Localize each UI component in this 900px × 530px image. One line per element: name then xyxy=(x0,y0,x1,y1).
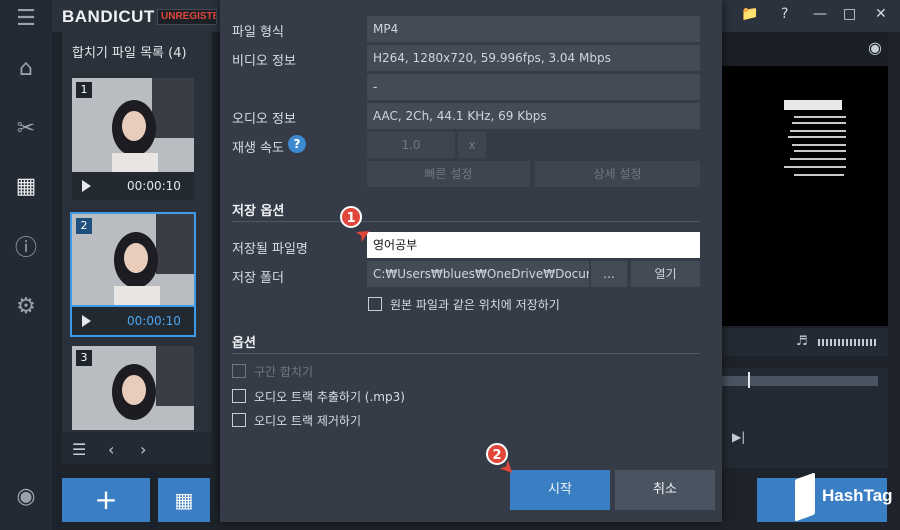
volume-icon[interactable]: ♬ xyxy=(796,334,808,349)
file-format-value: MP4 xyxy=(367,16,700,42)
audio-info-label: 오디오 정보 xyxy=(232,112,296,127)
app-logo: BANDICUT xyxy=(62,7,155,26)
same-location-label: 원본 파일과 같은 위치에 저장하기 xyxy=(390,298,560,312)
left-rail: ☰ ⌂ ✂ ▦ ⓘ ⚙ ◉ xyxy=(0,0,52,530)
start-button[interactable]: 시작 xyxy=(510,470,610,510)
item-number: 3 xyxy=(76,350,92,366)
play-icon[interactable] xyxy=(82,180,91,192)
watermark-text: HashTag xyxy=(822,486,893,505)
home-icon[interactable]: ⌂ xyxy=(12,54,40,82)
extra-info-value: - xyxy=(367,74,700,100)
timeline: ▶| xyxy=(722,368,888,468)
play-icon[interactable] xyxy=(82,315,91,327)
help-icon[interactable]: ? xyxy=(288,135,306,153)
speed-value-field: 1.0 xyxy=(367,132,455,158)
settings-icon[interactable]: ⚙ xyxy=(12,292,40,320)
folder-icon[interactable]: 📁 xyxy=(741,6,758,22)
delete-list-icon[interactable]: ☰ xyxy=(72,440,86,459)
cut-icon[interactable]: ✂ xyxy=(12,114,40,142)
filename-input[interactable]: 영어공부 xyxy=(367,232,700,258)
same-location-checkbox[interactable] xyxy=(368,297,382,311)
remove-audio-label: 오디오 트랙 제거하기 xyxy=(254,414,361,428)
help-icon[interactable]: ? xyxy=(781,6,788,22)
speed-unit-dropdown: x xyxy=(458,132,486,158)
preview-header: ◉ xyxy=(722,32,888,66)
video-preview xyxy=(722,66,888,326)
section-merge-label: 구간 합치기 xyxy=(254,365,314,379)
item-duration: 00:00:10 xyxy=(127,179,181,193)
section-merge-checkbox xyxy=(232,364,246,378)
video-info-label: 비디오 정보 xyxy=(232,54,296,69)
save-folder-input[interactable]: C:₩Users₩blues₩OneDrive₩Document xyxy=(367,261,589,287)
section-divider xyxy=(232,221,700,222)
unregistered-badge: UNREGISTERED xyxy=(157,9,217,25)
close-icon[interactable]: ✕ xyxy=(875,6,887,22)
item-number: 2 xyxy=(76,218,92,234)
playback-speed-label: 재생 속도 xyxy=(232,141,284,156)
window-controls: 📁 ? — □ ✕ xyxy=(735,6,895,26)
next-icon[interactable]: › xyxy=(140,440,146,459)
audio-info-value: AAC, 2Ch, 44.1 KHz, 69 Kbps xyxy=(367,103,700,129)
detail-setting-button: 상세 설정 xyxy=(535,161,700,187)
minimize-icon[interactable]: — xyxy=(813,6,827,22)
preview-image xyxy=(722,66,888,326)
save-options-heading: 저장 옵션 xyxy=(232,204,285,219)
save-folder-label: 저장 폴더 xyxy=(232,271,284,286)
item-number: 1 xyxy=(76,82,92,98)
thumbnail-controls: 00:00:10 xyxy=(70,305,196,337)
options-heading: 옵션 xyxy=(232,336,256,351)
timeline-track[interactable] xyxy=(722,376,878,386)
menu-icon[interactable]: ☰ xyxy=(12,4,40,32)
extract-audio-label: 오디오 트랙 추출하기 (.mp3) xyxy=(254,390,405,404)
hashtag-logo-icon xyxy=(795,472,815,522)
camera-icon[interactable]: ◉ xyxy=(868,38,882,57)
play-frame-icon[interactable]: ▶| xyxy=(732,430,745,444)
timeline-cursor[interactable] xyxy=(748,372,750,388)
filename-label: 저장될 파일명 xyxy=(232,242,308,257)
file-format-label: 파일 형식 xyxy=(232,25,284,40)
open-folder-button[interactable]: 열기 xyxy=(631,261,700,287)
merge-list-title: 합치기 파일 목록 (4) xyxy=(72,46,187,61)
remove-audio-checkbox[interactable] xyxy=(232,413,246,427)
cancel-button[interactable]: 취소 xyxy=(615,470,715,510)
merge-files-button[interactable]: ▦ xyxy=(158,478,210,522)
video-info-value: H264, 1280x720, 59.996fps, 3.04 Mbps xyxy=(367,45,700,71)
browse-folder-button[interactable]: ... xyxy=(591,261,627,287)
quick-setting-button: 빠른 설정 xyxy=(367,161,530,187)
record-icon[interactable]: ◉ xyxy=(12,482,40,510)
info-icon[interactable]: ⓘ xyxy=(12,232,40,261)
merge-icon[interactable]: ▦ xyxy=(12,172,40,200)
volume-slider[interactable] xyxy=(818,339,878,346)
add-file-button[interactable]: + xyxy=(62,478,150,522)
section-divider xyxy=(232,353,700,354)
maximize-icon[interactable]: □ xyxy=(843,6,856,22)
item-duration: 00:00:10 xyxy=(127,314,181,328)
previous-icon[interactable]: ‹ xyxy=(108,440,114,459)
extract-audio-checkbox[interactable] xyxy=(232,389,246,403)
thumbnail-controls: 00:00:10 xyxy=(72,172,194,200)
preview-controls: ♬ xyxy=(722,328,888,356)
